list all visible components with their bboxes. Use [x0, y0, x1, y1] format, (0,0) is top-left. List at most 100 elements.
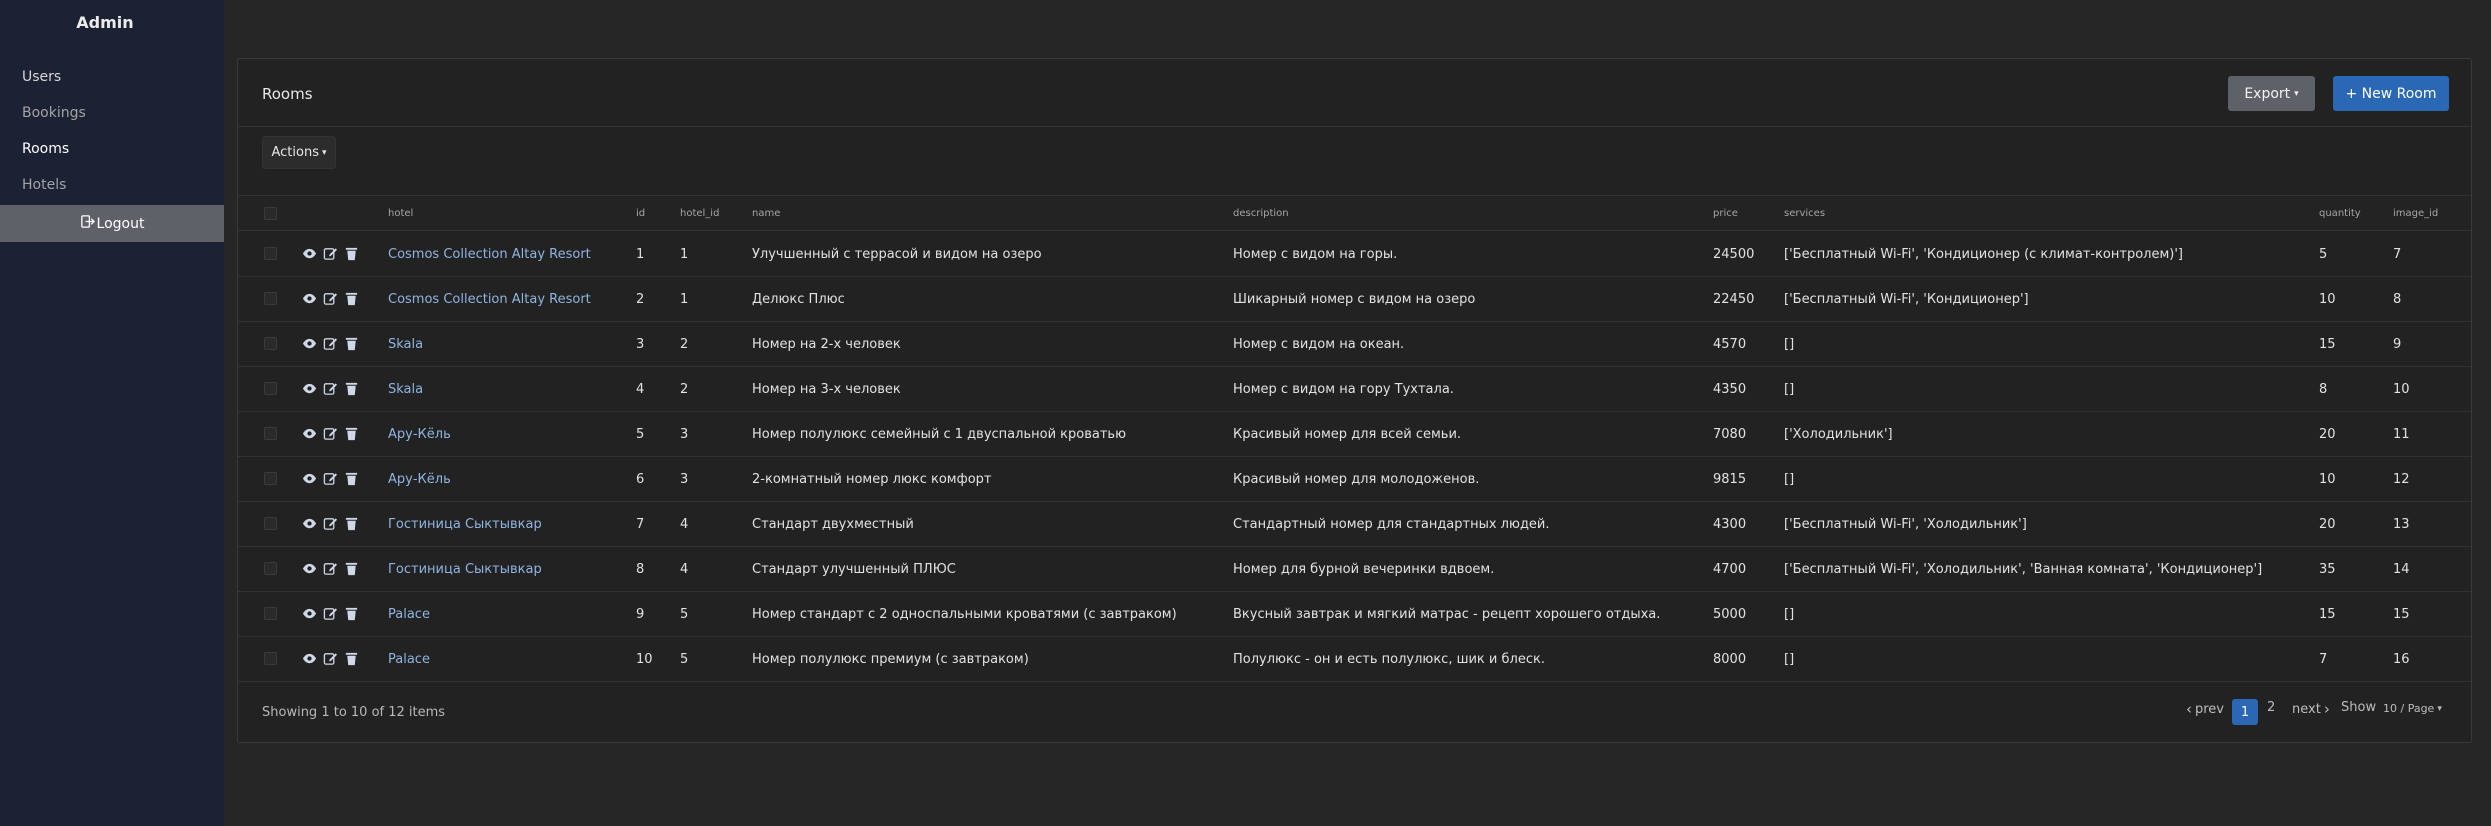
delete-icon[interactable] — [344, 471, 359, 490]
view-icon[interactable] — [302, 561, 317, 580]
cell-hotel[interactable]: Гостиница Сыктывкар — [388, 517, 542, 532]
column-header-hotel[interactable]: hotel — [388, 208, 413, 219]
view-icon[interactable] — [302, 471, 317, 490]
delete-icon[interactable] — [344, 291, 359, 310]
table-row[interactable]: Ару-Кёль 5 3 Номер полулюкс семейный с 1 дв… — [238, 412, 2471, 457]
table-row[interactable]: Skala 4 2 Номер на 3-х человек Номер с видом… — [238, 367, 2471, 412]
cell-hotel[interactable]: Palace — [388, 607, 430, 622]
row-checkbox[interactable] — [264, 562, 277, 575]
view-icon[interactable] — [302, 246, 317, 265]
cell-hotel[interactable]: Palace — [388, 652, 430, 667]
row-checkbox[interactable] — [264, 607, 277, 620]
table-row[interactable]: Cosmos Collection Altay Resort 1 1 Улучшенн… — [238, 232, 2471, 277]
column-header-id[interactable]: id — [636, 208, 645, 219]
logout-button[interactable]: Logout — [0, 205, 224, 242]
view-icon[interactable] — [302, 426, 317, 445]
row-checkbox[interactable] — [264, 247, 277, 260]
cell-price: 4570 — [1713, 337, 1747, 352]
cell-hotel[interactable]: Skala — [388, 382, 423, 397]
cell-hotel-id: 1 — [680, 292, 689, 307]
logout-icon — [80, 214, 95, 233]
table-row[interactable]: Palace 10 5 Номер полулюкс премиум (с завтр… — [238, 637, 2471, 682]
table-row[interactable]: Гостиница Сыктывкар 7 4 Стандарт двухместны… — [238, 502, 2471, 547]
delete-icon[interactable] — [344, 336, 359, 355]
new-room-button[interactable]: + New Room — [2333, 76, 2449, 111]
sidebar-item-hotels[interactable]: Hotels — [22, 177, 66, 193]
delete-icon[interactable] — [344, 561, 359, 580]
delete-icon[interactable] — [344, 426, 359, 445]
row-checkbox[interactable] — [264, 472, 277, 485]
cell-hotel[interactable]: Ару-Кёль — [388, 427, 451, 442]
row-checkbox[interactable] — [264, 427, 277, 440]
table-row[interactable]: Palace 9 5 Номер стандарт с 2 односпальными… — [238, 592, 2471, 637]
cell-services: [] — [1784, 652, 1795, 667]
column-header-description[interactable]: description — [1233, 208, 1289, 219]
cell-quantity: 7 — [2319, 652, 2328, 667]
cell-description: Номер с видом на горы. — [1233, 247, 1398, 262]
edit-icon[interactable] — [323, 381, 338, 400]
row-checkbox[interactable] — [264, 517, 277, 530]
view-icon[interactable] — [302, 381, 317, 400]
edit-icon[interactable] — [323, 606, 338, 625]
table-row[interactable]: Ару-Кёль 6 3 2-комнатный номер люкс комфорт… — [238, 457, 2471, 502]
select-all-checkbox[interactable] — [264, 207, 277, 220]
export-button[interactable]: Export ▾ — [2228, 76, 2315, 111]
delete-icon[interactable] — [344, 381, 359, 400]
row-checkbox[interactable] — [264, 382, 277, 395]
delete-icon[interactable] — [344, 606, 359, 625]
cell-name: Номер на 2-х человек — [752, 337, 901, 352]
cell-hotel[interactable]: Cosmos Collection Altay Resort — [388, 292, 591, 307]
column-header-services[interactable]: services — [1784, 208, 1825, 219]
edit-icon[interactable] — [323, 471, 338, 490]
column-header-name[interactable]: name — [752, 208, 780, 219]
table-row[interactable]: Cosmos Collection Altay Resort 2 1 Делюкс П… — [238, 277, 2471, 322]
delete-icon[interactable] — [344, 246, 359, 265]
row-actions — [302, 606, 359, 625]
edit-icon[interactable] — [323, 561, 338, 580]
view-icon[interactable] — [302, 516, 317, 535]
row-checkbox[interactable] — [264, 652, 277, 665]
edit-icon[interactable] — [323, 426, 338, 445]
sidebar-item-bookings[interactable]: Bookings — [22, 105, 86, 121]
cell-price: 9815 — [1713, 472, 1747, 487]
cell-name: Номер полулюкс семейный с 1 двуспальной … — [752, 427, 1127, 442]
view-icon[interactable] — [302, 606, 317, 625]
edit-icon[interactable] — [323, 246, 338, 265]
edit-icon[interactable] — [323, 336, 338, 355]
cell-hotel[interactable]: Ару-Кёль — [388, 472, 451, 487]
cell-hotel[interactable]: Cosmos Collection Altay Resort — [388, 247, 591, 262]
cell-hotel[interactable]: Skala — [388, 337, 423, 352]
column-header-image-id[interactable]: image_id — [2393, 208, 2438, 219]
cell-hotel-id: 5 — [680, 607, 689, 622]
column-header-quantity[interactable]: quantity — [2319, 208, 2361, 219]
cell-hotel[interactable]: Гостиница Сыктывкар — [388, 562, 542, 577]
view-icon[interactable] — [302, 651, 317, 670]
cell-name: Делюкс Плюс — [752, 292, 845, 307]
pagination-prev[interactable]: ‹ prev — [2186, 700, 2224, 718]
sidebar-item-users[interactable]: Users — [22, 69, 61, 85]
cell-price: 7080 — [1713, 427, 1747, 442]
row-checkbox[interactable] — [264, 292, 277, 305]
view-icon[interactable] — [302, 336, 317, 355]
column-header-hotel-id[interactable]: hotel_id — [680, 208, 719, 219]
column-header-price[interactable]: price — [1713, 208, 1738, 219]
pagination-next[interactable]: next › — [2292, 700, 2330, 718]
delete-icon[interactable] — [344, 516, 359, 535]
row-checkbox[interactable] — [264, 337, 277, 350]
delete-icon[interactable] — [344, 651, 359, 670]
cell-hotel-id: 4 — [680, 562, 689, 577]
export-label: Export — [2244, 85, 2291, 102]
table-row[interactable]: Гостиница Сыктывкар 8 4 Стандарт улучшенный… — [238, 547, 2471, 592]
table-row[interactable]: Skala 3 2 Номер на 2-х человек Номер с видом… — [238, 322, 2471, 367]
cell-hotel-id: 2 — [680, 337, 689, 352]
page-title: Rooms — [262, 85, 313, 103]
edit-icon[interactable] — [323, 651, 338, 670]
page-size-select[interactable]: 10 / Page ▾ — [2383, 702, 2442, 715]
edit-icon[interactable] — [323, 291, 338, 310]
actions-dropdown[interactable]: Actions ▾ — [262, 136, 336, 169]
sidebar-item-rooms[interactable]: Rooms — [22, 141, 69, 157]
edit-icon[interactable] — [323, 516, 338, 535]
pagination-page-2[interactable]: 2 — [2267, 700, 2275, 715]
pagination-page-1[interactable]: 1 — [2232, 699, 2258, 725]
view-icon[interactable] — [302, 291, 317, 310]
